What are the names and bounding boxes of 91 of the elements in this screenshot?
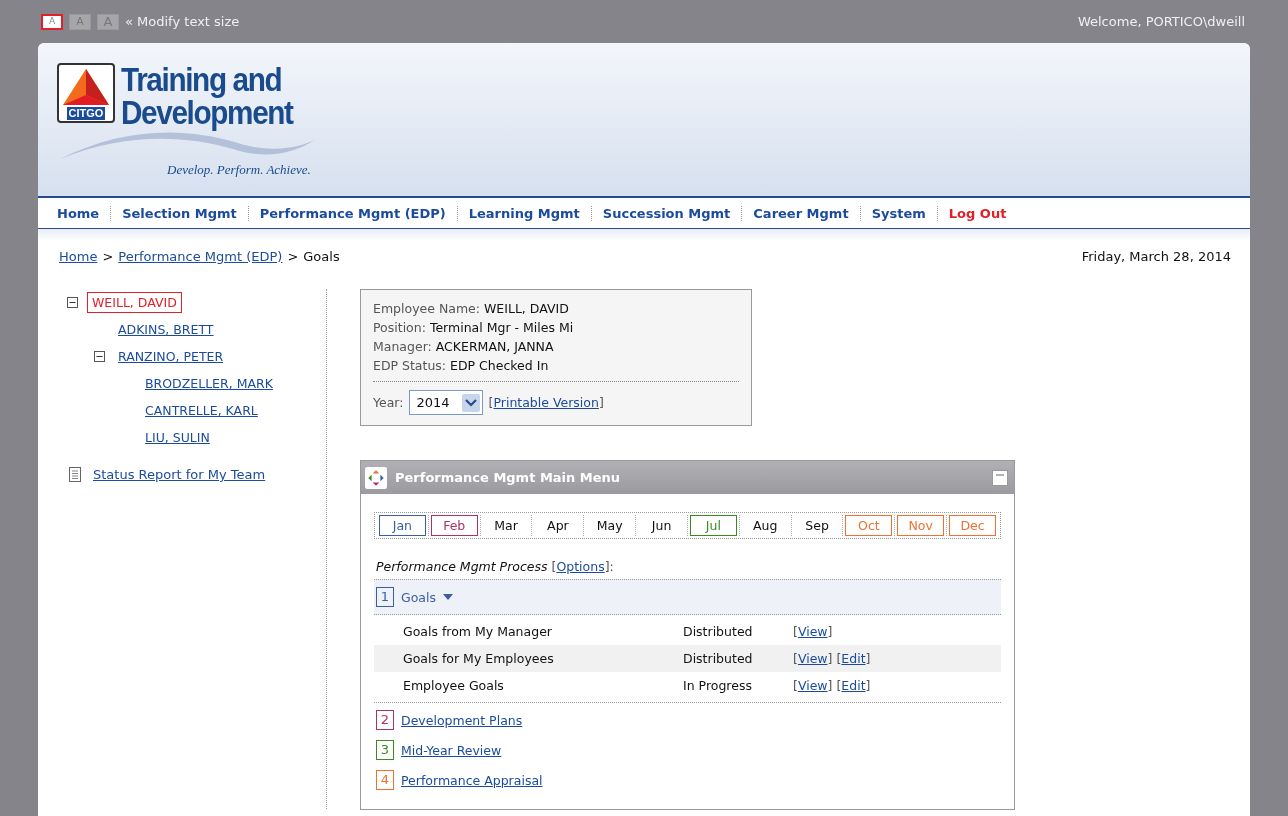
nav-link[interactable]: Succession Mgmt bbox=[590, 205, 742, 221]
breadcrumb-separator: > bbox=[287, 249, 299, 266]
step-link[interactable]: Performance Appraisal bbox=[401, 772, 543, 788]
step-number: 4 bbox=[376, 770, 394, 790]
collapse-icon[interactable] bbox=[94, 351, 105, 362]
breadcrumb-separator: > bbox=[102, 249, 114, 266]
month-tab[interactable]: Aug bbox=[741, 515, 789, 536]
month-tab[interactable]: Sep bbox=[793, 515, 841, 536]
year-label: Year: bbox=[373, 394, 404, 412]
action-link[interactable]: Edit bbox=[841, 651, 866, 666]
minimize-icon[interactable] bbox=[992, 469, 1008, 486]
text-size-button[interactable]: A bbox=[41, 13, 63, 30]
item-status: Distributed bbox=[683, 651, 754, 666]
action-link[interactable]: View bbox=[797, 678, 828, 693]
tagline: Develop. Perform. Achieve. bbox=[167, 162, 311, 178]
action-link[interactable]: Edit bbox=[841, 678, 866, 693]
nav-link[interactable]: Log Out bbox=[936, 205, 1018, 221]
breadcrumb-current: Goals bbox=[303, 249, 340, 266]
month-tab[interactable]: Apr bbox=[534, 515, 582, 536]
nav-link[interactable]: Home bbox=[46, 205, 111, 221]
site-title: Training and bbox=[121, 63, 283, 96]
logo-badge: CITGO bbox=[57, 63, 115, 123]
nav-link[interactable]: Career Mgmt bbox=[741, 205, 860, 221]
breadcrumb-link[interactable]: Performance Mgmt (EDP) bbox=[118, 249, 283, 273]
bracket: ] bbox=[827, 678, 833, 693]
printable-version-link[interactable]: Printable Version bbox=[493, 393, 599, 412]
nav-link[interactable]: System bbox=[859, 205, 937, 221]
field-value: ACKERMAN, JANNA bbox=[435, 339, 554, 354]
bracket: ]: bbox=[604, 559, 614, 574]
panel-title: Performance Mgmt Main Menu bbox=[395, 470, 622, 485]
step-number: 1 bbox=[376, 587, 394, 607]
bracket: [ bbox=[793, 651, 798, 666]
field-label: Manager: bbox=[373, 339, 432, 354]
bracket: ] bbox=[865, 651, 871, 666]
nav-link[interactable]: Selection Mgmt bbox=[110, 205, 248, 221]
breadcrumb-link[interactable]: Home bbox=[59, 249, 98, 273]
month-tab[interactable]: Mar bbox=[482, 515, 530, 536]
triangle-icon bbox=[61, 67, 111, 107]
date-text: Friday, March 28, 2014 bbox=[1081, 249, 1231, 266]
action-link[interactable]: View bbox=[797, 624, 828, 639]
employee-link[interactable]: WEILL, DAVID bbox=[87, 292, 182, 313]
step-number: 3 bbox=[376, 740, 394, 760]
month-tab[interactable]: Jun bbox=[638, 515, 685, 536]
item-name: Employee Goals bbox=[403, 678, 505, 693]
field-value: EDP Checked In bbox=[450, 358, 549, 373]
field-label: Employee Name: bbox=[373, 301, 480, 316]
bracket: [ bbox=[793, 624, 798, 639]
month-tab[interactable]: May bbox=[586, 515, 634, 536]
item-status: In Progress bbox=[683, 678, 753, 693]
field-value: WEILL, DAVID bbox=[483, 301, 569, 316]
step-number: 2 bbox=[376, 710, 394, 730]
month-tab[interactable]: Feb bbox=[430, 515, 478, 536]
month-tab[interactable]: Jul bbox=[689, 515, 737, 536]
field-label: EDP Status: bbox=[373, 358, 447, 373]
item-name: Goals for My Employees bbox=[403, 651, 555, 666]
employee-link[interactable]: CANTRELLE, KARL bbox=[141, 401, 262, 420]
nav-link[interactable]: Learning Mgmt bbox=[456, 205, 591, 221]
bracket: [ bbox=[836, 678, 842, 693]
employee-link[interactable]: RANZINO, PETER bbox=[114, 347, 228, 366]
month-tab[interactable]: Jan bbox=[379, 515, 426, 536]
bracket: ] bbox=[827, 651, 833, 666]
caret-icon bbox=[461, 393, 480, 412]
bracket: [ bbox=[488, 394, 494, 412]
text-size-label: « Modify text size bbox=[125, 14, 240, 29]
step-toggle[interactable]: Goals bbox=[401, 589, 436, 605]
year-dropdown[interactable]: 2014 bbox=[409, 390, 483, 415]
arrows-icon bbox=[365, 466, 387, 489]
collapse-icon[interactable] bbox=[67, 297, 78, 308]
bracket: ] bbox=[598, 394, 604, 412]
employee-link[interactable]: ADKINS, BRETT bbox=[114, 320, 218, 339]
status-report-link[interactable]: Status Report for My Team bbox=[93, 467, 266, 482]
options-link[interactable]: Options bbox=[556, 559, 605, 574]
field-value: Terminal Mgr - Miles Mi bbox=[429, 320, 574, 335]
employee-link[interactable]: BRODZELLER, MARK bbox=[141, 374, 277, 393]
dropdown-arrow-icon[interactable] bbox=[443, 594, 453, 600]
bracket: [ bbox=[551, 559, 557, 574]
field-label: Position: bbox=[373, 320, 426, 335]
bracket: ] bbox=[865, 678, 871, 693]
process-label: Performance Mgmt Process bbox=[376, 559, 548, 574]
welcome-text: Welcome, PORTICO\dweill bbox=[1077, 14, 1245, 29]
bracket: ] bbox=[827, 624, 833, 639]
bracket: [ bbox=[836, 651, 842, 666]
nav-link[interactable]: Performance Mgmt (EDP) bbox=[247, 205, 457, 221]
step-link[interactable]: Mid-Year Review bbox=[401, 742, 502, 758]
action-link[interactable]: View bbox=[797, 651, 828, 666]
employee-link[interactable]: LIU, SULIN bbox=[141, 428, 214, 447]
item-name: Goals from My Manager bbox=[403, 624, 553, 639]
step-link[interactable]: Development Plans bbox=[401, 712, 523, 728]
document-icon bbox=[69, 467, 81, 482]
bracket: [ bbox=[793, 678, 798, 693]
item-status: Distributed bbox=[683, 624, 754, 639]
